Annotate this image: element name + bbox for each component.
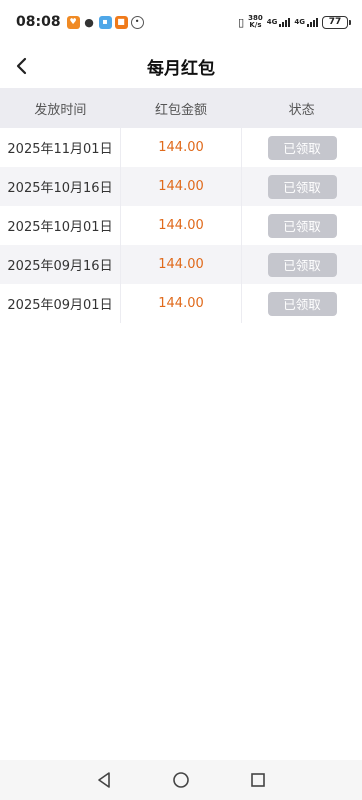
status-cell: 已领取: [242, 167, 362, 206]
signal-icon-2: 4G: [294, 17, 318, 27]
date-cell: 2025年11月01日: [7, 142, 113, 157]
app-notification-icon-4: •: [130, 15, 144, 29]
table-row: 2025年09月01日 144.00 已领取: [0, 284, 362, 323]
status-bar: 08:08 ♥ ● ▪ ■ • ▯ 380 K/s 4G 4G 77: [0, 0, 362, 44]
wechat-icon: ●: [82, 15, 96, 29]
amount-cell: 144.00: [120, 284, 242, 323]
table-row: 2025年10月16日 144.00 已领取: [0, 167, 362, 206]
signal-icon-1: 4G: [267, 17, 291, 27]
system-recents-button[interactable]: [248, 770, 268, 790]
table-row: 2025年11月01日 144.00 已领取: [0, 128, 362, 167]
amount-cell: 144.00: [120, 245, 242, 284]
nav-header: 每月红包: [0, 44, 362, 88]
status-indicators: ▯ 380 K/s 4G 4G 77: [238, 14, 351, 29]
amount-cell: 144.00: [120, 167, 242, 206]
table-header: 发放时间 红包金额 状态: [0, 88, 362, 128]
network-speed: 380 K/s: [248, 14, 263, 29]
page-title: 每月红包: [147, 58, 215, 79]
vibrate-icon: ▯: [238, 15, 245, 29]
table-body: 2025年11月01日 144.00 已领取 2025年10月16日 144.0…: [0, 128, 362, 323]
claimed-button[interactable]: 已领取: [267, 213, 337, 238]
date-cell: 2025年10月16日: [7, 181, 113, 196]
date-cell: 2025年10月01日: [7, 220, 113, 235]
app-notification-icon: ♥: [66, 15, 80, 29]
system-back-button[interactable]: [94, 770, 114, 790]
claimed-button[interactable]: 已领取: [267, 174, 337, 199]
column-header-date: 发放时间: [34, 102, 87, 118]
status-cell: 已领取: [242, 245, 362, 284]
back-button[interactable]: [6, 50, 38, 82]
date-cell: 2025年09月01日: [7, 298, 113, 313]
claimed-button[interactable]: 已领取: [267, 252, 337, 277]
date-cell: 2025年09月16日: [7, 259, 113, 274]
battery-icon: 77: [322, 15, 351, 29]
amount-cell: 144.00: [120, 206, 242, 245]
system-home-button[interactable]: [171, 770, 191, 790]
triangle-back-icon: [98, 772, 110, 788]
square-recents-icon: [251, 773, 265, 787]
table-row: 2025年10月01日 144.00 已领取: [0, 206, 362, 245]
status-cell: 已领取: [242, 284, 362, 323]
claimed-button[interactable]: 已领取: [267, 291, 337, 316]
table-row: 2025年09月16日 144.00 已领取: [0, 245, 362, 284]
app-notification-icon-2: ▪: [98, 15, 112, 29]
system-nav-bar: [0, 760, 362, 800]
app-notification-icon-3: ■: [114, 15, 128, 29]
amount-cell: 144.00: [120, 128, 242, 167]
column-header-amount: 红包金额: [155, 102, 208, 118]
claimed-button[interactable]: 已领取: [267, 135, 337, 160]
notification-icons: ♥ ● ▪ ■ •: [66, 15, 144, 29]
column-header-status: 状态: [288, 102, 315, 118]
circle-home-icon: [173, 772, 189, 788]
chevron-left-icon: [16, 57, 27, 75]
status-cell: 已领取: [242, 128, 362, 167]
status-time: 08:08: [16, 14, 61, 30]
status-cell: 已领取: [242, 206, 362, 245]
